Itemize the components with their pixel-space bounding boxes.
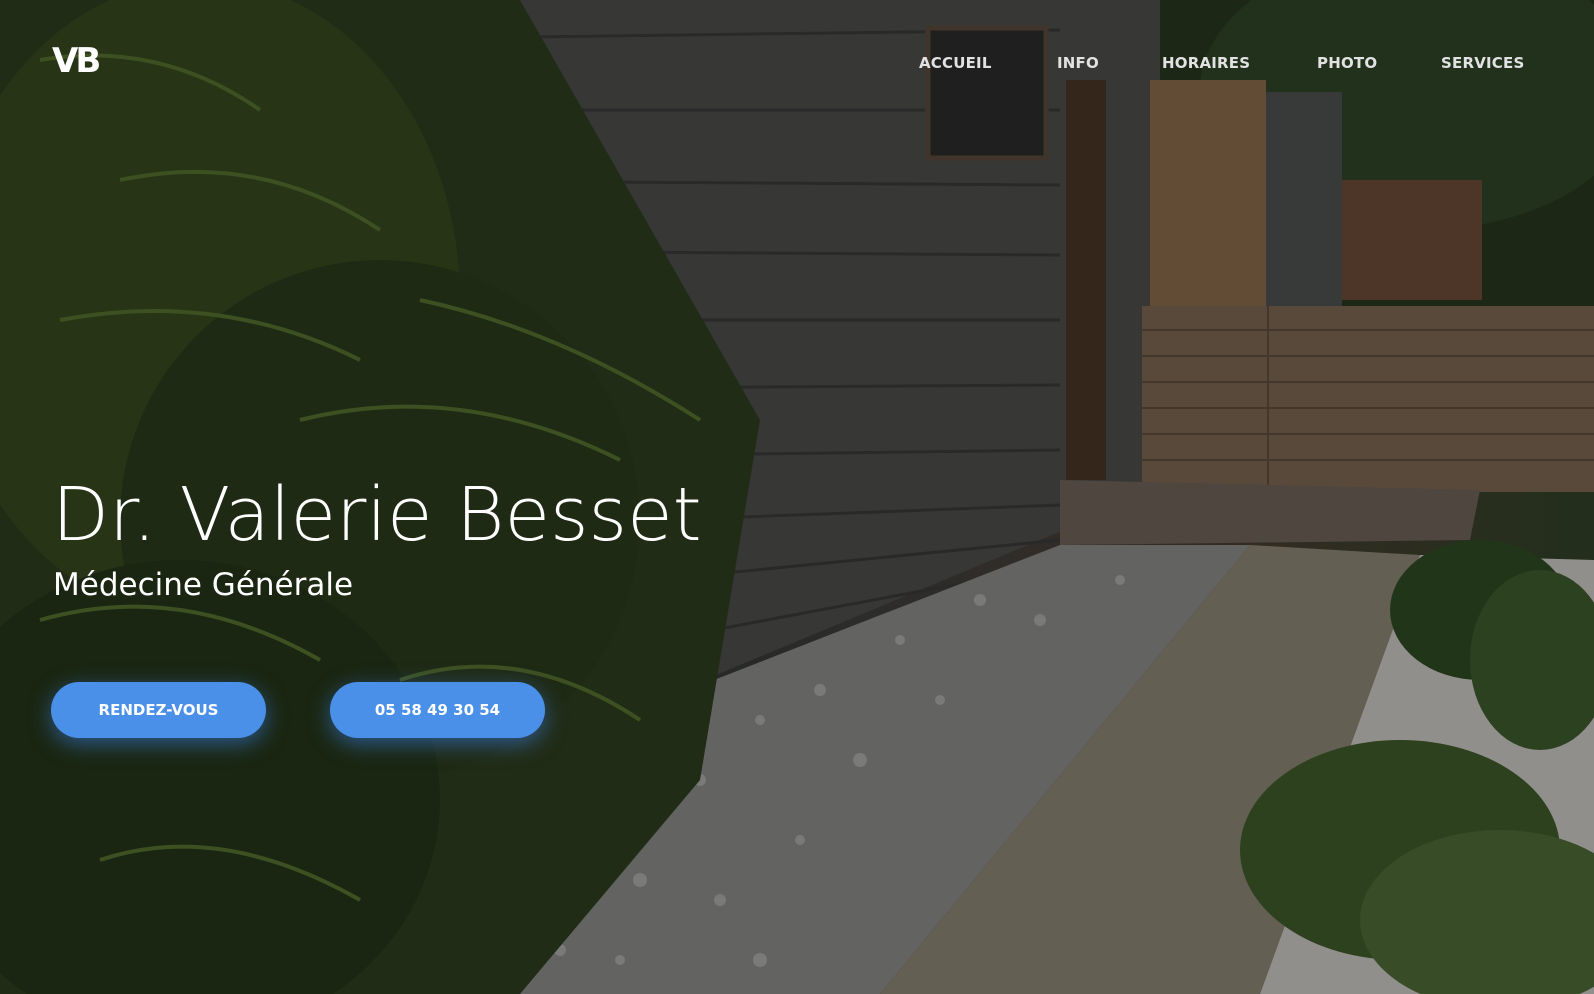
- page-subtitle: Médecine Générale: [53, 567, 354, 603]
- nav-item-photo[interactable]: PHOTO: [1317, 54, 1377, 72]
- page-title: Dr. Valerie Besset: [52, 472, 702, 558]
- nav-item-info[interactable]: INFO: [1057, 54, 1099, 72]
- nav-item-services[interactable]: SERVICES: [1441, 54, 1524, 72]
- nav-item-accueil[interactable]: ACCUEIL: [919, 54, 992, 72]
- nav-item-horaires[interactable]: HORAIRES: [1162, 54, 1250, 72]
- appointment-button[interactable]: RENDEZ-VOUS: [51, 682, 266, 738]
- main-navigation: ACCUEIL INFO HORAIRES PHOTO SERVICES: [0, 54, 1594, 74]
- phone-button[interactable]: 05 58 49 30 54: [330, 682, 545, 738]
